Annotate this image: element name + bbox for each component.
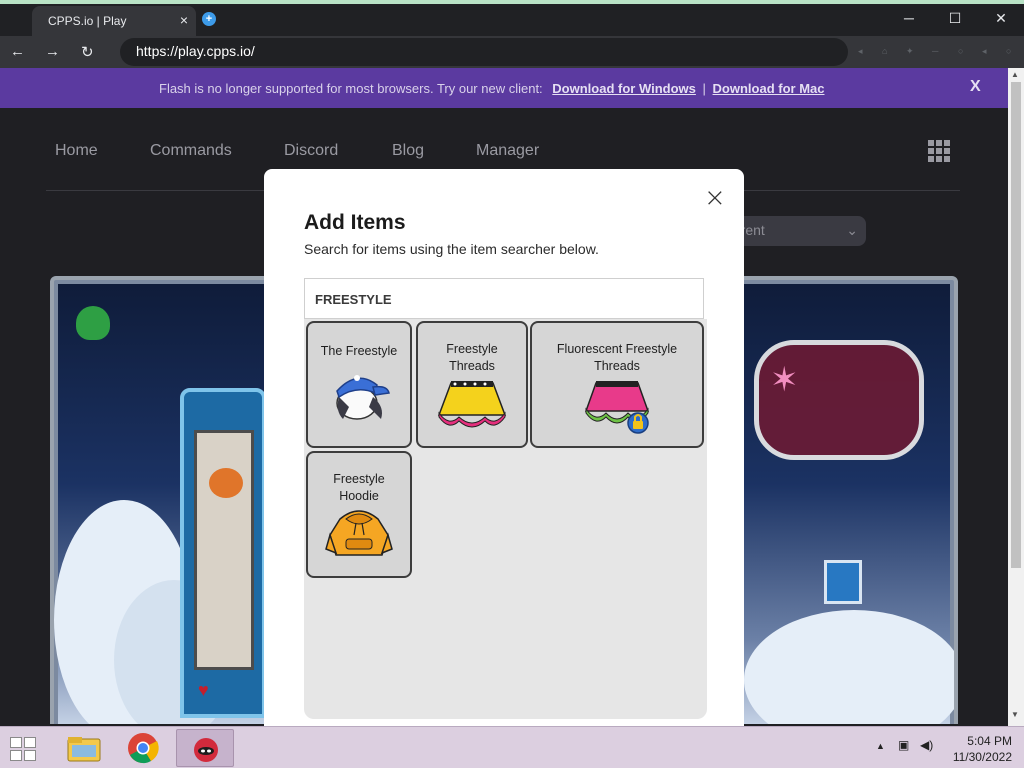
records-sign-graphic: ✶ xyxy=(770,360,799,400)
extension-icon[interactable]: ─ xyxy=(932,46,938,56)
nav-discord[interactable]: Discord xyxy=(284,142,338,160)
windows-start-icon[interactable] xyxy=(10,737,38,761)
records-sign xyxy=(754,340,924,460)
extension-icon[interactable]: ◂ xyxy=(858,46,863,57)
reload-icon[interactable]: ↻ xyxy=(81,43,94,61)
add-items-modal: × Add Items Search for items using the i… xyxy=(264,169,744,726)
extension-icon[interactable]: ✦ xyxy=(906,46,914,57)
banner-close-button[interactable]: X xyxy=(970,78,981,96)
item-label: Fluorescent Freestyle Threads xyxy=(556,342,678,373)
scroll-down-icon[interactable]: ▼ xyxy=(1011,710,1019,719)
maximize-icon[interactable]: ☐ xyxy=(932,10,978,27)
arrow-sign-icon xyxy=(824,560,862,604)
item-label: Freestyle Hoodie xyxy=(333,472,385,503)
chrome-icon[interactable] xyxy=(114,729,172,767)
item-label: Freestyle Threads xyxy=(446,342,498,373)
item-search-input[interactable]: FREESTYLE xyxy=(304,278,704,319)
yellow-skirt-icon xyxy=(437,381,507,428)
close-icon[interactable]: × xyxy=(704,183,726,213)
server-select[interactable]: rrent ⌄ xyxy=(726,216,866,246)
page-scrollbar[interactable]: ▲ ▼ xyxy=(1008,68,1024,726)
minimize-icon[interactable]: ─ xyxy=(886,10,932,26)
url-input[interactable]: https://play.cpps.io/ xyxy=(120,38,848,66)
speaker-icon[interactable]: ◂ xyxy=(982,46,987,57)
taskbar: ▲ ▣ ◀) 5:04 PM 11/30/2022 xyxy=(0,726,1024,768)
tab-title: CPPS.io | Play xyxy=(48,14,127,28)
extension-icon[interactable]: ○ xyxy=(1006,46,1011,56)
cap-hair-icon xyxy=(336,375,390,420)
back-icon[interactable]: ← xyxy=(10,43,25,60)
flash-banner-text: Flash is no longer supported for most br… xyxy=(159,81,543,96)
clock-time: 5:04 PM xyxy=(967,734,1012,748)
item-card[interactable]: Fluorescent Freestyle Threads xyxy=(530,321,704,448)
address-bar-area: ← → ↻ https://play.cpps.io/ ◂ ⌂ ✦ ─ ○ ◂ … xyxy=(0,36,1024,68)
clover-icon xyxy=(76,306,110,340)
nav-blog[interactable]: Blog xyxy=(392,142,424,160)
scroll-thumb[interactable] xyxy=(1011,82,1021,568)
clock-date: 11/30/2022 xyxy=(952,750,1012,764)
nav-manager[interactable]: Manager xyxy=(476,142,539,160)
scroll-up-icon[interactable]: ▲ xyxy=(1011,70,1019,79)
modal-title: Add Items xyxy=(304,211,406,234)
item-card[interactable]: Freestyle Hoodie xyxy=(306,451,412,578)
pumpkin-icon xyxy=(209,468,243,498)
close-window-icon[interactable]: ✕ xyxy=(978,10,1024,27)
banner-separator: | xyxy=(702,81,706,96)
nav-commands[interactable]: Commands xyxy=(150,142,232,160)
tab-close-icon[interactable]: × xyxy=(180,12,188,28)
modal-subtitle: Search for items using the item searcher… xyxy=(304,241,599,257)
tab-strip: CPPS.io | Play × + ─ ☐ ✕ xyxy=(0,4,1024,36)
download-windows-link[interactable]: Download for Windows xyxy=(552,81,696,96)
nav-home[interactable]: Home xyxy=(55,142,98,160)
download-mac-link[interactable]: Download for Mac xyxy=(713,81,825,96)
network-icon[interactable]: ▣ xyxy=(898,738,909,752)
chevron-down-icon: ⌄ xyxy=(846,222,858,238)
apps-grid-icon[interactable] xyxy=(928,140,950,162)
heart-icon[interactable]: ♥ xyxy=(198,680,209,701)
extension-icon[interactable]: ○ xyxy=(958,46,963,56)
volume-icon[interactable]: ◀) xyxy=(920,738,933,752)
orange-hoodie-icon xyxy=(325,510,393,556)
pink-skirt-lock-icon xyxy=(584,381,650,434)
system-clock[interactable]: 5:04 PM 11/30/2022 xyxy=(944,733,1012,765)
tray-expand-icon[interactable]: ▲ xyxy=(876,741,885,751)
item-card[interactable]: Freestyle Threads xyxy=(416,321,528,448)
cpps-app-icon[interactable] xyxy=(176,729,234,767)
browser-tab[interactable]: CPPS.io | Play × xyxy=(32,6,196,36)
item-label: The Freestyle xyxy=(320,344,398,358)
home-icon[interactable]: ⌂ xyxy=(882,46,887,56)
forward-icon[interactable]: → xyxy=(45,43,60,60)
new-tab-icon[interactable]: + xyxy=(202,12,216,26)
poster-board xyxy=(194,430,254,670)
file-explorer-icon[interactable] xyxy=(54,729,112,767)
item-card[interactable]: The Freestyle xyxy=(306,321,412,448)
search-results: The Freestyle Freestyle Threads Fluoresc… xyxy=(304,319,707,719)
flash-banner: Flash is no longer supported for most br… xyxy=(0,68,1008,108)
